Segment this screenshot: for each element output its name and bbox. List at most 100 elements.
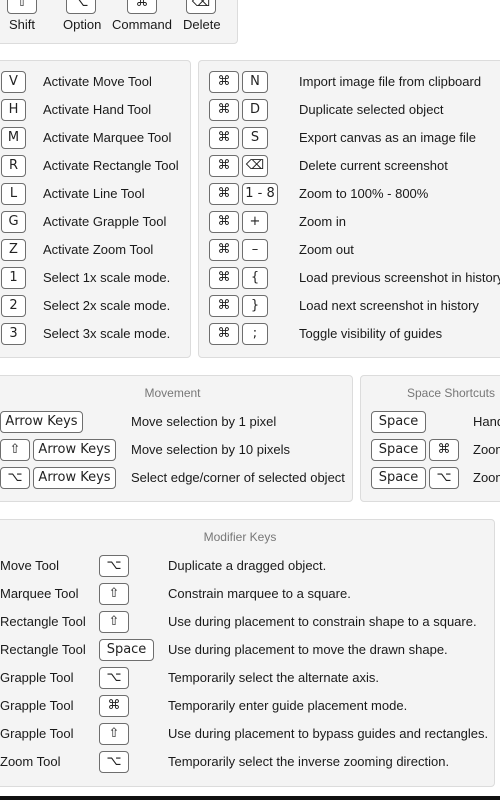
- tool-key-icon: G: [1, 211, 26, 233]
- modifier-key-icon: ⌥: [99, 555, 129, 577]
- command-label: Command: [112, 17, 172, 32]
- modifier-keys-title: Modifier Keys: [203, 530, 277, 544]
- shortcut-label: Zoom in: [299, 214, 346, 229]
- modifier-key-icon: ⇧: [99, 723, 129, 745]
- tool-label: Select 3x scale mode.: [43, 326, 171, 341]
- tool-name-label: Rectangle Tool: [0, 614, 86, 629]
- modifier-key-icon: ⌥: [99, 667, 129, 689]
- command-key-icon: ⌘: [209, 239, 239, 261]
- modifier-key-icon: ⌘: [99, 695, 129, 717]
- movement-label: Move selection by 1 pixel: [131, 414, 277, 429]
- modifier-description: Temporarily select the alternate axis.: [168, 670, 379, 685]
- option-key-icon: ⌥: [66, 0, 96, 14]
- modifier-key-icon: ⇧: [99, 583, 129, 605]
- space-shortcut-label: Zoom: [473, 442, 500, 457]
- modifier-key-icon: ⇧: [0, 439, 30, 461]
- modifier-description: Use during placement to constrain shape …: [168, 614, 477, 629]
- tool-key-icon: H: [1, 99, 26, 121]
- tool-label: Activate Hand Tool: [43, 102, 152, 117]
- modifier-description: Constrain marquee to a square.: [168, 586, 351, 601]
- modifier-key-icon: ⌥: [0, 467, 30, 489]
- tool-label: Activate Grapple Tool: [43, 214, 167, 229]
- shortcut-key-icon: –: [242, 239, 268, 261]
- command-key-icon: ⌘: [209, 127, 239, 149]
- tool-name-label: Rectangle Tool: [0, 642, 86, 657]
- shortcut-key-icon: ⌫: [242, 155, 268, 177]
- command-key-icon: ⌘: [209, 295, 239, 317]
- shift-key-icon: ⇧: [7, 0, 37, 14]
- command-key-icon: ⌘: [209, 267, 239, 289]
- command-key-icon: ⌘: [209, 99, 239, 121]
- shortcut-label: Export canvas as an image file: [299, 130, 477, 145]
- shortcut-label: Zoom out: [299, 242, 354, 257]
- shortcut-label: Toggle visibility of guides: [299, 326, 443, 341]
- modifier-key-icon: ⌥: [429, 467, 459, 489]
- movement-title: Movement: [144, 386, 201, 400]
- tool-label: Activate Move Tool: [43, 74, 152, 89]
- tool-key-icon: R: [1, 155, 26, 177]
- delete-label: Delete: [183, 17, 221, 32]
- shortcut-label: Import image file from clipboard: [299, 74, 482, 89]
- modifier-key-icon: Space: [99, 639, 154, 661]
- space-key: Space: [371, 467, 426, 489]
- shift-label: Shift: [9, 17, 36, 32]
- command-key-icon: ⌘: [209, 183, 239, 205]
- tool-key-icon: M: [1, 127, 26, 149]
- delete-key-icon: ⌫: [186, 0, 216, 14]
- arrow-keys-key: Arrow Keys: [33, 467, 116, 489]
- modifier-key-icon: ⇧: [99, 611, 129, 633]
- option-label: Option: [63, 17, 102, 32]
- window-bottom-edge: [0, 796, 500, 800]
- shortcut-key-icon: ;: [242, 323, 268, 345]
- space-key: Space: [371, 411, 426, 433]
- tool-key-icon: V: [1, 71, 26, 93]
- tool-key-icon: Z: [1, 239, 26, 261]
- modifier-description: Temporarily select the inverse zooming d…: [168, 754, 450, 769]
- arrow-keys-key: Arrow Keys: [33, 439, 116, 461]
- tool-label: Activate Rectangle Tool: [43, 158, 179, 173]
- shortcut-label: Delete current screenshot: [299, 158, 448, 173]
- command-key-icon: ⌘: [209, 155, 239, 177]
- tool-key-icon: 1: [1, 267, 26, 289]
- shortcut-label: Zoom to 100% - 800%: [299, 186, 429, 201]
- tool-label: Activate Marquee Tool: [43, 130, 172, 145]
- tool-label: Activate Zoom Tool: [43, 242, 154, 257]
- arrow-keys-key: Arrow Keys: [0, 411, 83, 433]
- command-key-icon: ⌘: [209, 211, 239, 233]
- tool-name-label: Move Tool: [0, 558, 60, 573]
- shortcut-key-icon: D: [242, 99, 268, 121]
- shortcut-key-icon: {: [242, 267, 268, 289]
- tool-name-label: Zoom Tool: [0, 754, 61, 769]
- shortcut-key-icon: N: [242, 71, 268, 93]
- command-key-icon: ⌘: [209, 323, 239, 345]
- shortcut-label: Duplicate selected object: [299, 102, 444, 117]
- shortcut-key-icon: 1 - 8: [242, 183, 278, 205]
- modifier-key-icon: ⌥: [99, 751, 129, 773]
- modifier-description: Duplicate a dragged object.: [168, 558, 327, 573]
- modifier-description: Temporarily enter guide placement mode.: [168, 698, 408, 713]
- modifier-key-icon: ⌘: [429, 439, 459, 461]
- tool-name-label: Grapple Tool: [0, 726, 74, 741]
- tool-label: Activate Line Tool: [43, 186, 145, 201]
- tool-label: Select 1x scale mode.: [43, 270, 171, 285]
- tool-key-icon: 2: [1, 295, 26, 317]
- movement-label: Select edge/corner of selected object: [131, 470, 345, 485]
- command-key-icon: ⌘: [127, 0, 157, 14]
- tool-key-icon: L: [1, 183, 26, 205]
- space-key: Space: [371, 439, 426, 461]
- shortcut-label: Load previous screenshot in history: [299, 270, 500, 285]
- movement-label: Move selection by 10 pixels: [131, 442, 290, 457]
- modifier-description: Use during placement to bypass guides an…: [168, 726, 489, 741]
- space-shortcut-label: Hand: [473, 414, 500, 429]
- shortcut-label: Load next screenshot in history: [299, 298, 479, 313]
- tool-label: Select 2x scale mode.: [43, 298, 171, 313]
- space-shortcut-label: Zoom: [473, 470, 500, 485]
- command-key-icon: ⌘: [209, 71, 239, 93]
- tool-key-icon: 3: [1, 323, 26, 345]
- shortcut-key-icon: }: [242, 295, 268, 317]
- modifier-description: Use during placement to move the drawn s…: [168, 642, 448, 657]
- shortcut-key-icon: S: [242, 127, 268, 149]
- space-shortcuts-title: Space Shortcuts: [406, 386, 496, 400]
- tool-name-label: Marquee Tool: [0, 586, 79, 601]
- tool-name-label: Grapple Tool: [0, 670, 74, 685]
